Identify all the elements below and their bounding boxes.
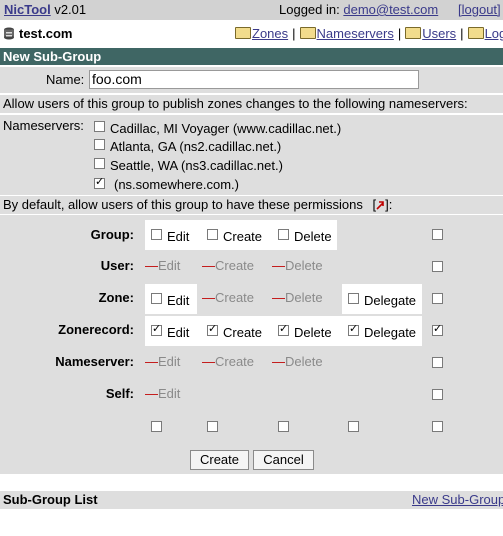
group-all-checkbox[interactable] <box>432 229 443 240</box>
group-delete-label: Delete <box>294 229 332 244</box>
nameserver-checkbox[interactable] <box>94 121 105 132</box>
arrow-icon[interactable] <box>376 197 385 210</box>
app-name-link[interactable]: NicTool <box>4 2 51 17</box>
zonerecord-create-label: Create <box>223 325 263 340</box>
login-status: Logged in: demo@test.com <box>279 2 438 17</box>
column-all-checkbox[interactable] <box>432 421 443 432</box>
zonerecord-delegate-label: Delegate <box>364 325 417 340</box>
nav-link-nameservers[interactable]: Nameservers <box>317 26 394 41</box>
zonerecord-all-checkbox[interactable] <box>432 322 443 336</box>
button-row <box>0 446 503 474</box>
nameserver-checkbox[interactable] <box>94 139 105 150</box>
nav-link-users[interactable]: Users <box>422 26 456 41</box>
zonerecord-delete-label: Delete <box>294 325 332 340</box>
column-edit-checkbox[interactable] <box>151 421 162 432</box>
name-input[interactable]: foo.com <box>89 70 419 89</box>
nameserver-label: (ns.somewhere.com.) <box>114 177 239 192</box>
zonerecord-create-checkbox[interactable] <box>207 322 218 336</box>
name-label: Name: <box>46 72 85 87</box>
group-edit-label: Edit <box>167 229 190 244</box>
logout-link-wrap: [logout] <box>458 2 501 17</box>
nameserver-label: Atlanta, GA (ns2.cadillac.net.) <box>110 139 282 154</box>
user-edit-disabled: —Edit <box>145 258 181 273</box>
group-create-checkbox[interactable] <box>207 229 218 240</box>
zone-delegate-label: Delegate <box>364 293 417 308</box>
domain-title: test.com <box>3 26 72 41</box>
zone-delegate-checkbox[interactable] <box>348 293 359 304</box>
perm-label-user: User: <box>100 258 134 273</box>
nav-separator: | <box>460 26 464 41</box>
perm-label-zone: Zone: <box>98 290 134 305</box>
zonerecord-edit-checkbox[interactable] <box>151 322 162 336</box>
zonerecord-edit-label: Edit <box>167 325 190 340</box>
folder-icon <box>299 27 316 39</box>
database-icon <box>4 27 14 40</box>
zone-edit-label: Edit <box>167 293 190 308</box>
permissions-bracket-close: ]: <box>385 197 393 212</box>
logged-in-label: Logged in: <box>279 2 340 17</box>
folder-icon <box>235 27 251 39</box>
nameserver-intro: Allow users of this group to publish zon… <box>0 95 503 113</box>
nav-bar: test.com Zones | Nameservers | Users | Log <box>0 23 503 45</box>
column-create-checkbox[interactable] <box>207 421 218 432</box>
user-all-checkbox[interactable] <box>432 261 443 272</box>
perm-label-zonerecord: Zonerecord: <box>58 322 134 337</box>
subgroup-list-title: Sub-Group List <box>3 492 98 507</box>
cancel-button[interactable]: Cancel <box>253 450 314 470</box>
group-delete-checkbox[interactable] <box>278 229 289 240</box>
permissions-intro: By default, allow users of this group to… <box>0 196 503 214</box>
perm-label-self: Self: <box>105 386 134 401</box>
perm-label-nameserver: Nameserver: <box>55 354 134 369</box>
permissions-intro-text: By default, allow users of this group to… <box>3 197 363 212</box>
nameserver-edit-disabled: —Edit <box>145 354 181 369</box>
app-version: v2.01 <box>54 2 87 17</box>
column-delete-checkbox[interactable] <box>278 421 289 432</box>
zone-create-disabled: —Create <box>202 290 255 305</box>
new-subgroup-link[interactable]: New Sub-Group <box>412 492 503 507</box>
column-delegate-checkbox[interactable] <box>348 421 359 432</box>
nav-link-zones[interactable]: Zones <box>252 26 288 41</box>
self-all-checkbox[interactable] <box>432 389 443 400</box>
zone-delete-disabled: —Delete <box>272 290 323 305</box>
create-button[interactable]: Create <box>190 450 249 470</box>
user-delete-disabled: —Delete <box>272 258 323 273</box>
nameservers-label: Nameservers: <box>3 118 84 133</box>
nameserver-label: Seattle, WA (ns3.cadillac.net.) <box>110 158 283 173</box>
group-create-label: Create <box>223 229 263 244</box>
group-edit-checkbox[interactable] <box>151 229 162 240</box>
nav-separator: | <box>292 26 296 41</box>
nameserver-checkbox[interactable] <box>94 175 105 189</box>
nameserver-create-disabled: —Create <box>202 354 255 369</box>
nav-separator: | <box>397 26 402 41</box>
zonerecord-delete-checkbox[interactable] <box>278 322 289 336</box>
folder-icon <box>467 27 484 39</box>
zone-edit-checkbox[interactable] <box>151 293 162 304</box>
nav-links: Zones | Nameservers | Users | Log <box>235 26 503 41</box>
zonerecord-delegate-checkbox[interactable] <box>348 322 359 336</box>
logout-link[interactable]: [logout] <box>458 2 501 17</box>
top-bar: NicTool v2.01 Logged in: demo@test.com [… <box>0 0 503 20</box>
nameserver-checkbox[interactable] <box>94 158 105 169</box>
nameserver-all-checkbox[interactable] <box>432 357 443 368</box>
nameserver-delete-disabled: —Delete <box>272 354 323 369</box>
app-brand: NicTool v2.01 <box>4 2 86 17</box>
nav-link-log[interactable]: Log <box>485 26 503 41</box>
self-edit-disabled: —Edit <box>145 386 181 401</box>
user-email-link[interactable]: demo@test.com <box>343 2 438 17</box>
perm-label-group: Group: <box>90 227 134 242</box>
user-create-disabled: —Create <box>202 258 255 273</box>
nameserver-label: Cadillac, MI Voyager (www.cadillac.net.) <box>110 121 342 136</box>
zone-all-checkbox[interactable] <box>432 293 443 304</box>
form-title: New Sub-Group <box>0 48 503 65</box>
domain-name: test.com <box>19 26 73 41</box>
subgroup-list-bar: Sub-Group List New Sub-Group <box>0 491 503 509</box>
folder-icon <box>405 27 422 39</box>
